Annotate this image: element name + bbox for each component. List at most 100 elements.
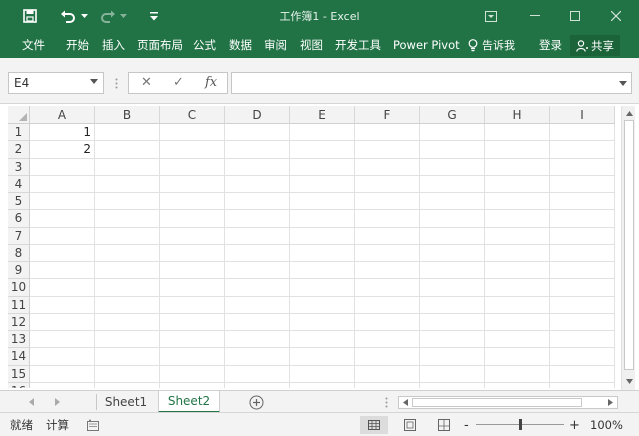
sheet-tab-sheet2[interactable]: Sheet2: [158, 391, 220, 413]
cell-b1[interactable]: [95, 124, 160, 142]
cell-a2[interactable]: 2: [30, 141, 95, 159]
cell-e16[interactable]: [290, 382, 355, 388]
tell-me-box[interactable]: 告诉我: [468, 32, 515, 58]
scroll-left-icon[interactable]: [400, 398, 410, 407]
tab-review[interactable]: 审阅: [264, 32, 287, 58]
cell-e2[interactable]: [290, 141, 355, 159]
cell-f6[interactable]: [355, 210, 420, 228]
cell-a3[interactable]: [30, 158, 95, 176]
status-calculate[interactable]: 计算: [46, 413, 69, 436]
tab-split-grip-icon[interactable]: [382, 395, 390, 409]
cell-d13[interactable]: [225, 331, 290, 349]
cell-h9[interactable]: [485, 262, 550, 280]
cell-d6[interactable]: [225, 210, 290, 228]
cell-c3[interactable]: [160, 158, 225, 176]
tab-formulas[interactable]: 公式: [193, 32, 216, 58]
cell-f5[interactable]: [355, 193, 420, 211]
cell-c10[interactable]: [160, 279, 225, 297]
tab-insert[interactable]: 插入: [102, 32, 125, 58]
scroll-down-icon[interactable]: [624, 376, 634, 386]
cell-e8[interactable]: [290, 244, 355, 262]
scroll-tabs-left-icon[interactable]: [26, 396, 36, 408]
cell-b4[interactable]: [95, 175, 160, 193]
cell-g2[interactable]: [420, 141, 485, 159]
cancel-icon[interactable]: ✕: [141, 75, 152, 90]
redo-icon[interactable]: [98, 0, 118, 32]
row-header-8[interactable]: 8: [8, 244, 30, 262]
cell-e9[interactable]: [290, 262, 355, 280]
cell-d10[interactable]: [225, 279, 290, 297]
cell-f3[interactable]: [355, 158, 420, 176]
cell-d9[interactable]: [225, 262, 290, 280]
cell-h7[interactable]: [485, 227, 550, 245]
cell-f15[interactable]: [355, 365, 420, 383]
cell-h2[interactable]: [485, 141, 550, 159]
tab-power-pivot[interactable]: Power Pivot: [393, 32, 460, 58]
cell-g11[interactable]: [420, 296, 485, 314]
column-header-h[interactable]: H: [485, 106, 550, 124]
cell-e4[interactable]: [290, 175, 355, 193]
redo-dropdown-icon[interactable]: [118, 0, 128, 32]
expand-formula-bar-icon[interactable]: [619, 81, 627, 86]
cell-f4[interactable]: [355, 175, 420, 193]
cell-e7[interactable]: [290, 227, 355, 245]
select-all-corner[interactable]: [8, 106, 30, 124]
cell-d1[interactable]: [225, 124, 290, 142]
cell-e15[interactable]: [290, 365, 355, 383]
cell-d8[interactable]: [225, 244, 290, 262]
cell-e11[interactable]: [290, 296, 355, 314]
cell-b11[interactable]: [95, 296, 160, 314]
cell-h1[interactable]: [485, 124, 550, 142]
row-header-6[interactable]: 6: [8, 210, 30, 228]
cell-b15[interactable]: [95, 365, 160, 383]
cell-g9[interactable]: [420, 262, 485, 280]
tab-developer[interactable]: 开发工具: [335, 32, 381, 58]
row-header-15[interactable]: 15: [8, 365, 30, 383]
cell-d5[interactable]: [225, 193, 290, 211]
cell-c16[interactable]: [160, 382, 225, 388]
row-header-5[interactable]: 5: [8, 193, 30, 211]
save-icon[interactable]: [20, 0, 40, 32]
enter-icon[interactable]: ✓: [173, 75, 184, 90]
cell-f13[interactable]: [355, 331, 420, 349]
cell-b14[interactable]: [95, 348, 160, 366]
cell-d16[interactable]: [225, 382, 290, 388]
cell-a11[interactable]: [30, 296, 95, 314]
cell-f14[interactable]: [355, 348, 420, 366]
row-header-9[interactable]: 9: [8, 262, 30, 280]
row-header-16[interactable]: 16: [8, 382, 30, 388]
row-header-12[interactable]: 12: [8, 313, 30, 331]
sheet-tab-sheet1[interactable]: Sheet1: [100, 391, 152, 413]
column-header-b[interactable]: B: [95, 106, 160, 124]
cell-b12[interactable]: [95, 313, 160, 331]
cell-g16[interactable]: [420, 382, 485, 388]
cell-h15[interactable]: [485, 365, 550, 383]
row-header-4[interactable]: 4: [8, 175, 30, 193]
cell-h6[interactable]: [485, 210, 550, 228]
cell-b9[interactable]: [95, 262, 160, 280]
column-header-e[interactable]: E: [290, 106, 355, 124]
cell-i4[interactable]: [550, 175, 615, 193]
cell-e12[interactable]: [290, 313, 355, 331]
cell-f8[interactable]: [355, 244, 420, 262]
cell-e13[interactable]: [290, 331, 355, 349]
cell-d11[interactable]: [225, 296, 290, 314]
cell-i11[interactable]: [550, 296, 615, 314]
zoom-out-button[interactable]: -: [464, 413, 469, 436]
column-header-i[interactable]: I: [550, 106, 615, 124]
ribbon-display-options-icon[interactable]: [480, 0, 502, 32]
cell-g7[interactable]: [420, 227, 485, 245]
cell-i15[interactable]: [550, 365, 615, 383]
cell-c4[interactable]: [160, 175, 225, 193]
cell-f1[interactable]: [355, 124, 420, 142]
row-header-14[interactable]: 14: [8, 348, 30, 366]
row-header-13[interactable]: 13: [8, 331, 30, 349]
cell-b16[interactable]: [95, 382, 160, 388]
column-header-a[interactable]: A: [30, 106, 95, 124]
customize-qat-icon[interactable]: [146, 0, 162, 32]
cell-c13[interactable]: [160, 331, 225, 349]
sign-in-link[interactable]: 登录: [539, 32, 562, 58]
cell-g10[interactable]: [420, 279, 485, 297]
vertical-scrollbar[interactable]: [621, 106, 635, 390]
share-button[interactable]: 共享: [570, 35, 620, 56]
